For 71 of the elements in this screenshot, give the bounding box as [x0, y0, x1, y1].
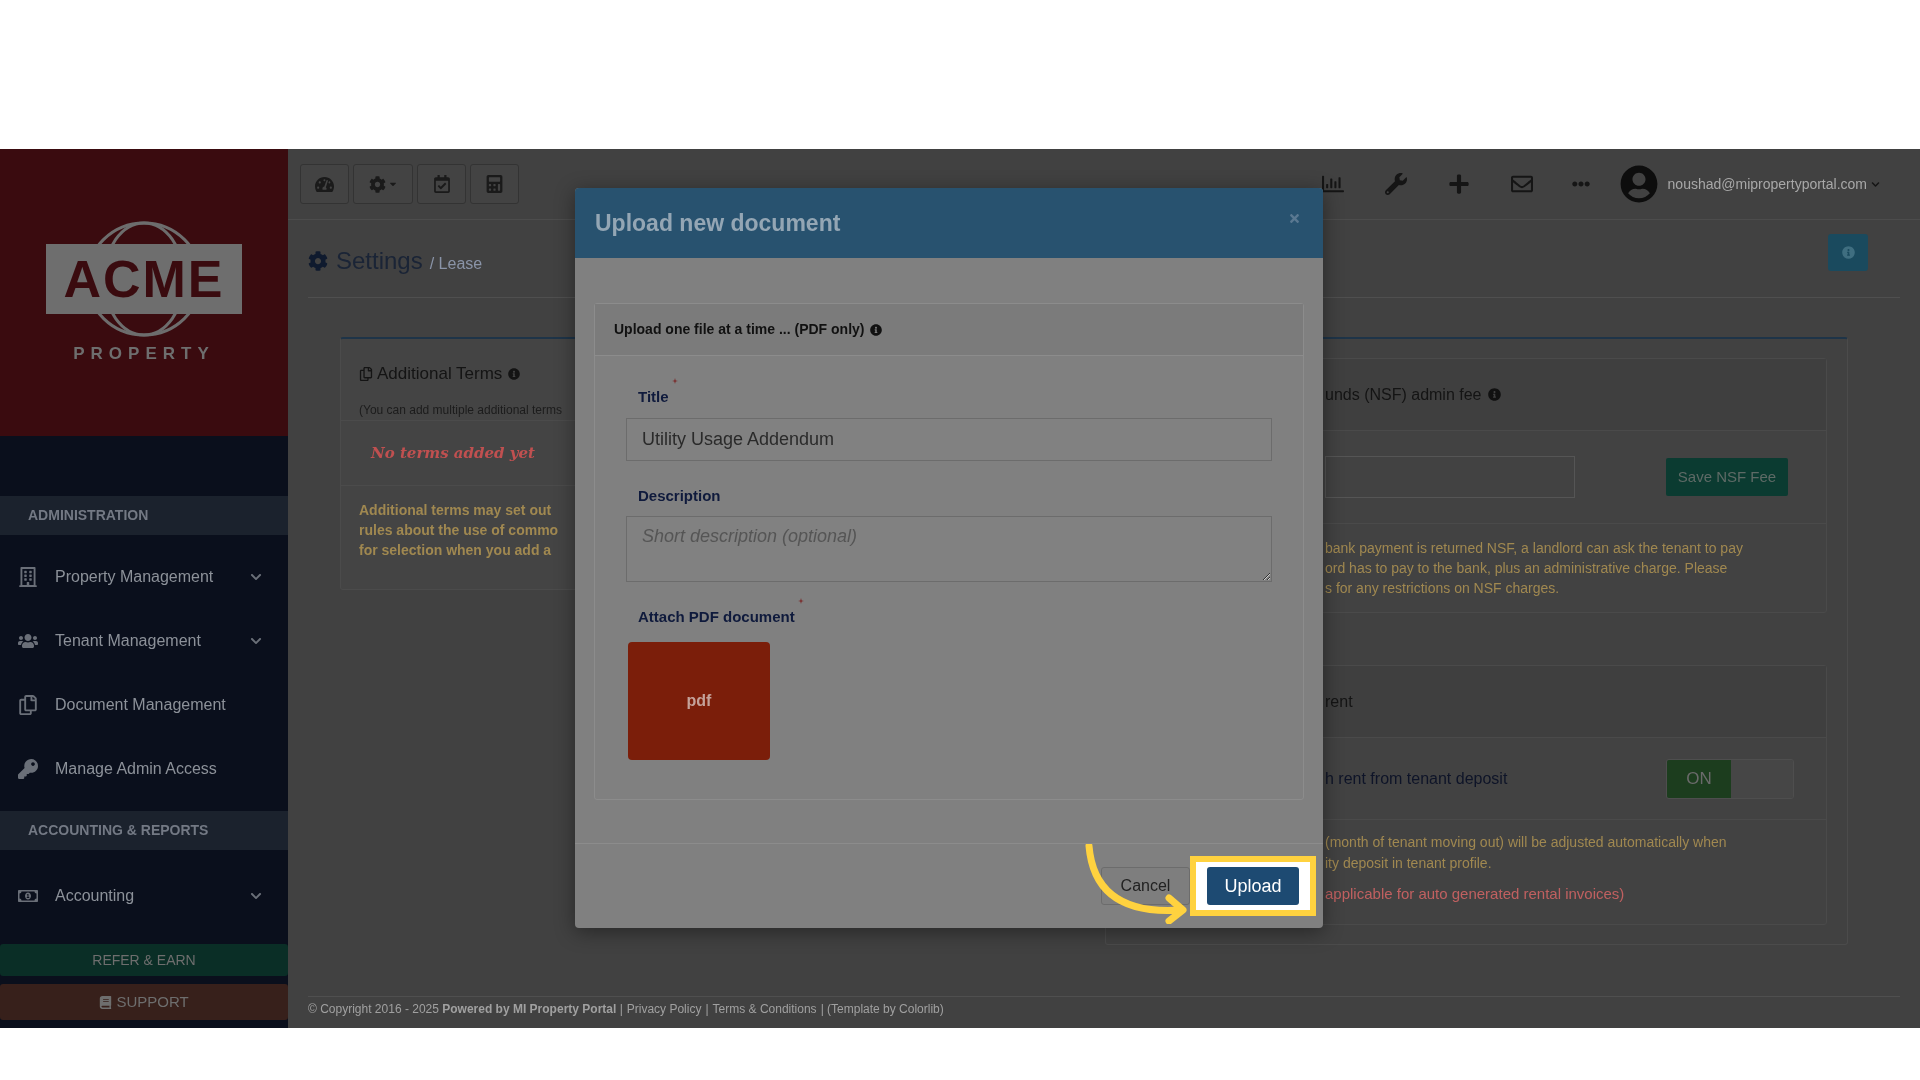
book-icon	[99, 995, 113, 1009]
help-text: ord has to pay to the bank, plus an administrative charge. Please	[1325, 559, 1728, 578]
sidebar-item[interactable]: Document Management	[0, 673, 288, 737]
sidebar-item-label: Document Management	[55, 695, 227, 715]
footer-text: | (Template by Colorlib)	[820, 1000, 944, 1018]
info-button[interactable]	[1828, 234, 1868, 271]
info-icon	[1487, 388, 1501, 401]
toggle-label: ON	[1667, 759, 1731, 798]
gauge-icon	[315, 174, 334, 194]
settings-button[interactable]	[353, 164, 413, 204]
help-text: ity deposit in tenant profile.	[1325, 854, 1492, 873]
info-icon	[508, 367, 521, 380]
close-icon[interactable]	[1288, 211, 1301, 225]
info-icon	[1841, 246, 1855, 259]
pdf-file-tile[interactable]: pdf	[628, 641, 770, 760]
sidebar-item[interactable]: Accounting	[0, 864, 288, 928]
breadcrumb: / Lease	[429, 253, 483, 274]
calendar-icon	[432, 175, 451, 193]
sidebar-item-label: Tenant Management	[55, 631, 202, 651]
sidebar-item[interactable]: Manage Admin Access	[0, 737, 288, 801]
help-text: (month of tenant moving out) will be adjusted automatically when	[1325, 833, 1727, 852]
calculator-button[interactable]	[470, 164, 519, 204]
section-heading: ACCOUNTING & REPORTS	[0, 811, 288, 850]
users-icon	[18, 631, 38, 651]
bar-chart-icon[interactable]	[1319, 173, 1346, 195]
toggle-switch[interactable]: ON	[1666, 758, 1794, 799]
note-text: applicable for auto generated rental invoices)	[1325, 884, 1625, 904]
help-text: s for any restrictions on NSF charges.	[1325, 579, 1560, 598]
calendar-button[interactable]	[417, 164, 466, 204]
help-text: rules about the use of commo	[359, 521, 559, 540]
help-text: Additional terms may set out	[359, 501, 552, 520]
chevron-icon	[1871, 179, 1880, 189]
upload-button[interactable]: Upload	[1207, 867, 1299, 905]
footer-link[interactable]: Terms & Conditions	[712, 999, 817, 1018]
footer-text: © Copyright 2016 - 2025 Powered by MI Property Portal |	[308, 1000, 623, 1018]
calculator-icon	[486, 175, 503, 193]
mail-icon[interactable]	[1508, 173, 1535, 195]
documents-icon	[18, 695, 38, 715]
key-icon	[18, 759, 38, 779]
sidebar-item[interactable]: Property Management	[0, 545, 288, 609]
panel-header: Upload one file at a time ... (PDF only)	[614, 320, 865, 339]
sidebar-item[interactable]: Tenant Management	[0, 609, 288, 673]
refer-button[interactable]: REFER & EARN	[0, 944, 288, 976]
footer-link[interactable]: Privacy Policy	[626, 999, 702, 1018]
info-icon	[870, 323, 883, 336]
field-label: Description	[638, 485, 721, 506]
documents-icon	[359, 366, 373, 381]
avatar-icon[interactable]	[1619, 165, 1658, 203]
sidebar-item-label: Property Management	[55, 567, 215, 587]
building-icon	[18, 567, 38, 587]
logo-wordmark: ACME	[46, 243, 242, 314]
dashboard-button[interactable]	[300, 164, 349, 204]
field-label: Attach PDF document	[638, 607, 795, 627]
help-text: for selection when you add a	[359, 541, 552, 560]
title-field[interactable]: Utility Usage Addendum	[626, 417, 1272, 461]
sidebar-item-label: Manage Admin Access	[55, 759, 218, 779]
support-button[interactable]: SUPPORT	[0, 984, 288, 1020]
help-text: bank payment is returned NSF, a landlord can ask the tenant to pay	[1325, 539, 1743, 558]
footer-text: |	[705, 1000, 709, 1018]
settings-icon	[368, 175, 386, 193]
section-heading: ADMINISTRATION	[0, 496, 288, 535]
field-label: Title	[638, 387, 669, 407]
logo-tagline: PROPERTY	[73, 342, 215, 365]
save-fee-button[interactable]: Save NSF Fee	[1666, 458, 1788, 496]
settings-icon	[308, 250, 328, 271]
user-email[interactable]: noushad@mipropertyportal.com	[1667, 173, 1867, 195]
wrench-icon[interactable]	[1382, 173, 1409, 195]
fee-input-field[interactable]	[1325, 456, 1575, 498]
dialog-title: Upload new document	[595, 208, 841, 238]
sidebar-item-label: Accounting	[55, 886, 136, 906]
empty-message: No terms added yet	[371, 442, 535, 464]
